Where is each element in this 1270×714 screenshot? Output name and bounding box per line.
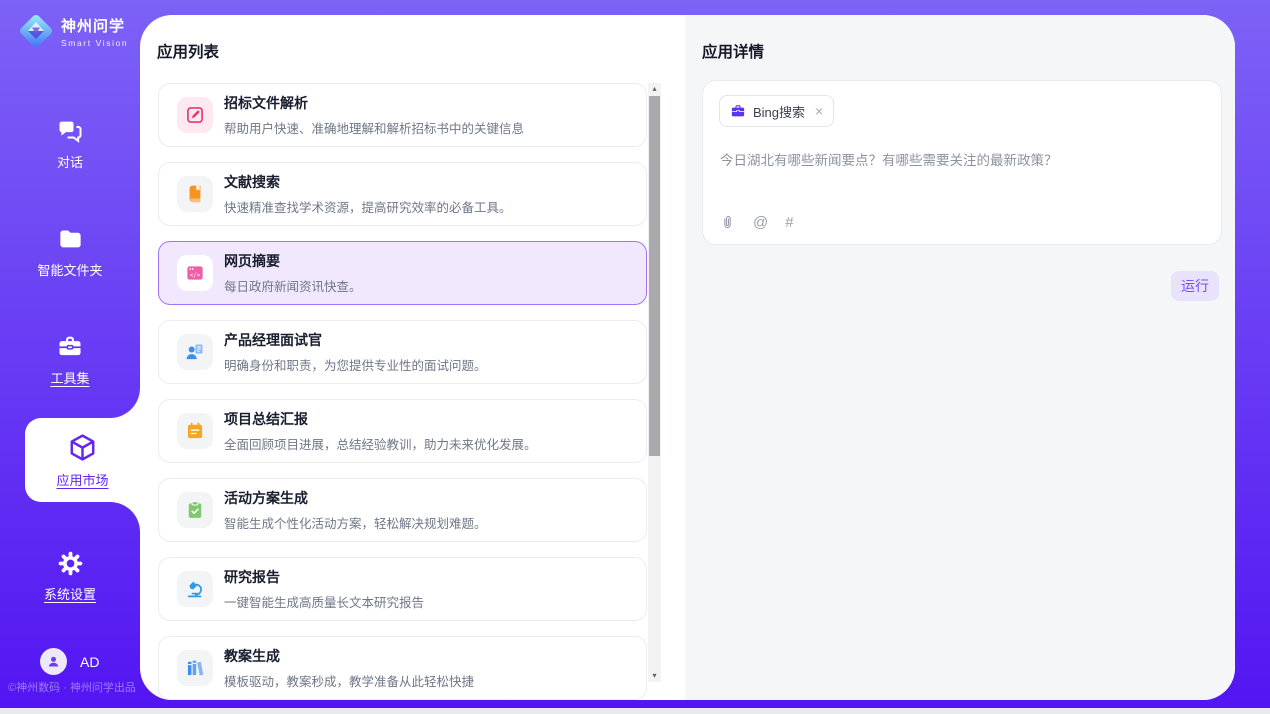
sidebar-item[interactable]: 应用市场 (25, 418, 140, 502)
app-card[interactable]: 教案生成 模板驱动，教案秒成，教学准备从此轻松快捷 (158, 636, 647, 700)
scroll-up-icon[interactable]: ▴ (648, 83, 661, 95)
scroll-down-icon[interactable]: ▾ (648, 670, 661, 682)
document-edit-icon (177, 97, 213, 133)
sidebar-item-label: 应用市场 (56, 470, 108, 489)
sidebar-item-label: 智能文件夹 (37, 260, 102, 279)
tool-tag[interactable]: Bing搜索 × (719, 95, 834, 127)
app-card-description: 智能生成个性化活动方案，轻松解决规划难题。 (224, 513, 487, 532)
interviewer-icon (177, 334, 213, 370)
app-card-title: 研究报告 (224, 567, 424, 587)
app-window: 神州问学 Smart Vision 对话 (0, 0, 1270, 714)
sidebar-item[interactable]: 智能文件夹 (0, 210, 140, 294)
svg-text:</>: </> (190, 273, 201, 279)
toolbox-icon (56, 333, 84, 361)
research-icon (177, 571, 213, 607)
sidebar: 神州问学 Smart Vision 对话 (0, 0, 140, 708)
app-card-text: 产品经理面试官 明确身份和职责，为您提供专业性的面试问题。 (224, 330, 487, 374)
prompt-card: Bing搜索 × 今日湖北有哪些新闻要点？有哪些需要关注的最新政策？ @ # (702, 80, 1222, 245)
tab-fillet-bottom (110, 502, 140, 532)
app-card-text: 研究报告 一键智能生成高质量长文本研究报告 (224, 567, 424, 611)
app-card-title: 招标文件解析 (224, 93, 524, 113)
app-card-description: 快速精准查找学术资源，提高研究效率的必备工具。 (224, 197, 512, 216)
sidebar-nav: 对话 智能文件夹 (0, 0, 140, 708)
app-list: 招标文件解析 帮助用户快速、准确地理解和解析招标书中的关键信息 文献搜索 快速精… (158, 83, 647, 700)
chat-icon (56, 117, 84, 145)
scrollbar[interactable]: ▴ ▾ (648, 83, 661, 682)
paperclip-icon[interactable] (719, 214, 736, 231)
app-list-title: 应用列表 (157, 40, 219, 62)
app-detail-panel: 应用详情 Bing搜索 × 今日湖北有哪些新闻要点？有哪些需要关注的最新政策？ … (685, 15, 1235, 700)
app-card-title: 文献搜索 (224, 172, 512, 192)
gear-icon (57, 550, 84, 577)
app-card-description: 帮助用户快速、准确地理解和解析招标书中的关键信息 (224, 118, 524, 137)
app-card[interactable]: 活动方案生成 智能生成个性化活动方案，轻松解决规划难题。 (158, 478, 647, 542)
app-card-text: 网页摘要 每日政府新闻资讯快查。 (224, 251, 362, 295)
app-card-title: 教案生成 (224, 646, 474, 666)
user-account[interactable]: AD (40, 648, 99, 675)
app-card[interactable]: 项目总结汇报 全面回顾项目进展，总结经验教训，助力未来优化发展。 (158, 399, 647, 463)
folder-icon (57, 226, 84, 253)
prompt-text[interactable]: 今日湖北有哪些新闻要点？有哪些需要关注的最新政策？ (720, 149, 1205, 169)
close-icon[interactable]: × (815, 103, 823, 119)
app-detail-title: 应用详情 (702, 40, 764, 62)
tool-tag-label: Bing搜索 (753, 102, 805, 121)
book-icon (177, 176, 213, 212)
briefcase-icon (730, 103, 746, 119)
clipboard-check-icon (177, 492, 213, 528)
at-icon[interactable]: @ (753, 214, 768, 231)
app-card-title: 产品经理面试官 (224, 330, 487, 350)
app-card[interactable]: 研究报告 一键智能生成高质量长文本研究报告 (158, 557, 647, 621)
user-name: AD (80, 654, 99, 670)
webpage-icon: </> (177, 255, 213, 291)
app-card-text: 招标文件解析 帮助用户快速、准确地理解和解析招标书中的关键信息 (224, 93, 524, 137)
sidebar-item-label: 系统设置 (44, 584, 96, 603)
summary-icon (177, 413, 213, 449)
app-card[interactable]: 文献搜索 快速精准查找学术资源，提高研究效率的必备工具。 (158, 162, 647, 226)
app-card-description: 明确身份和职责，为您提供专业性的面试问题。 (224, 355, 487, 374)
app-card[interactable]: 招标文件解析 帮助用户快速、准确地理解和解析招标书中的关键信息 (158, 83, 647, 147)
hash-icon[interactable]: # (785, 214, 793, 231)
app-card[interactable]: </> 网页摘要 每日政府新闻资讯快查。 (158, 241, 647, 305)
books-icon (177, 650, 213, 686)
person-icon (46, 654, 61, 669)
app-card-title: 网页摘要 (224, 251, 362, 271)
avatar (40, 648, 67, 675)
app-card-text: 项目总结汇报 全面回顾项目进展，总结经验教训，助力未来优化发展。 (224, 409, 537, 453)
app-card[interactable]: 产品经理面试官 明确身份和职责，为您提供专业性的面试问题。 (158, 320, 647, 384)
app-card-title: 项目总结汇报 (224, 409, 537, 429)
app-card-text: 教案生成 模板驱动，教案秒成，教学准备从此轻松快捷 (224, 646, 474, 690)
tab-fillet-top (110, 388, 140, 418)
scrollbar-thumb[interactable] (649, 96, 660, 456)
app-frame: 神州问学 Smart Vision 对话 (0, 0, 1270, 708)
app-card-description: 每日政府新闻资讯快查。 (224, 276, 362, 295)
app-card-description: 全面回顾项目进展，总结经验教训，助力未来优化发展。 (224, 434, 537, 453)
run-button[interactable]: 运行 (1171, 271, 1219, 301)
sidebar-item-label: 工具集 (50, 368, 89, 387)
cube-icon (67, 432, 98, 463)
sidebar-item-label: 对话 (57, 152, 83, 171)
sidebar-item[interactable]: 系统设置 (0, 534, 140, 618)
sidebar-item[interactable]: 对话 (0, 102, 140, 186)
app-card-text: 文献搜索 快速精准查找学术资源，提高研究效率的必备工具。 (224, 172, 512, 216)
app-card-description: 一键智能生成高质量长文本研究报告 (224, 592, 424, 611)
content-area: 应用列表 招标文件解析 帮助用户快速、准确地理解和解析招标书中的关键信息 (140, 15, 1235, 700)
app-card-title: 活动方案生成 (224, 488, 487, 508)
app-card-description: 模板驱动，教案秒成，教学准备从此轻松快捷 (224, 671, 474, 690)
composer-toolbar: @ # (719, 214, 794, 231)
app-list-panel: 应用列表 招标文件解析 帮助用户快速、准确地理解和解析招标书中的关键信息 (140, 15, 685, 700)
app-card-text: 活动方案生成 智能生成个性化活动方案，轻松解决规划难题。 (224, 488, 487, 532)
copyright-footer: ©神州数码 · 神州问学出品 (8, 679, 136, 695)
